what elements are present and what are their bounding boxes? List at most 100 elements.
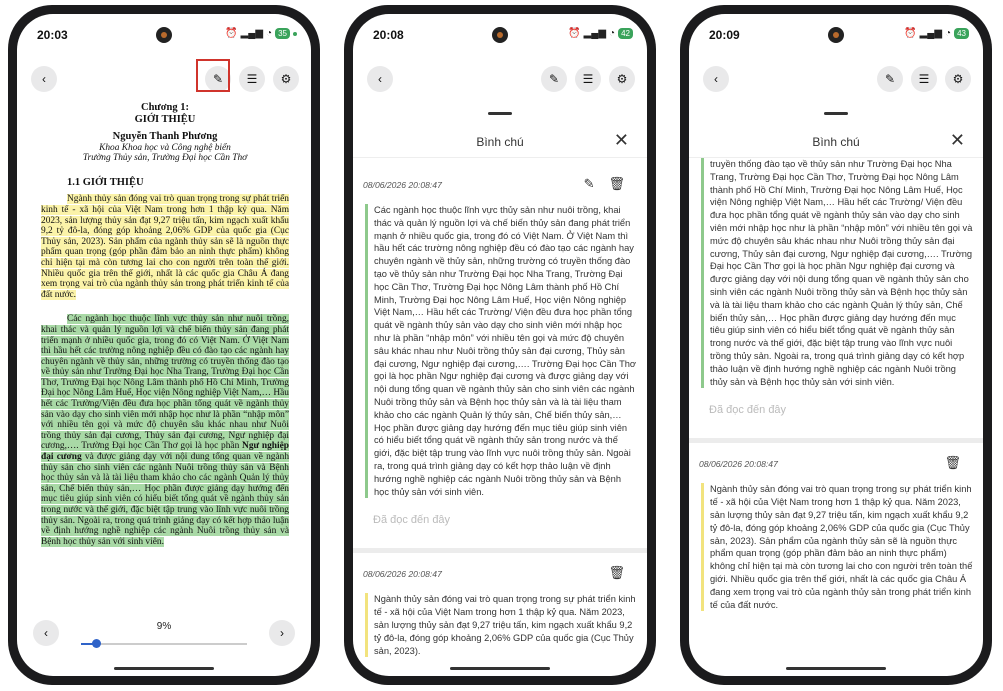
note-text: Các ngành học thuộc lĩnh vực thủy sản nh…: [365, 204, 637, 499]
home-indicator: [450, 667, 550, 670]
trash-icon[interactable]: 🗑: [944, 455, 961, 471]
battery-indicator: 35: [275, 28, 290, 39]
note-actions: ✎ 🗑: [584, 176, 625, 192]
chevron-left-icon: ‹: [378, 72, 382, 86]
sheet-grabber[interactable]: [824, 112, 848, 115]
note-text: Ngành thủy sản đóng vai trò quan trọng t…: [365, 593, 637, 658]
pencil-icon[interactable]: ✎: [584, 176, 595, 192]
progress-percent: 9%: [156, 621, 172, 632]
next-page-button[interactable]: ›: [269, 620, 295, 646]
status-bar: 20:08 ⏰ ▂▄▆ ◔ 42: [353, 14, 647, 54]
close-button[interactable]: ✕: [950, 130, 965, 151]
edit-button[interactable]: ✎: [877, 66, 903, 92]
note-text: Ngành thủy sản đóng vai trò quan trọng t…: [701, 483, 973, 612]
phone-reader: 20:03 ⏰ ▂▄▆ ◔ 35 ‹ ✎ ☰ ⚙ Chương 1: GIỚI …: [8, 5, 320, 685]
green-highlight-b[interactable]: và được giảng dạy với nội dung tổng quan…: [41, 452, 290, 547]
note-actions: 🗑: [944, 455, 961, 471]
note-card[interactable]: 08/06/2026 20:08:47 ✎ 🗑 Các ngành học th…: [353, 164, 647, 542]
edit-button[interactable]: ✎: [541, 66, 567, 92]
page-navigator: ‹ 9% ›: [33, 620, 295, 650]
pencil-icon: ✎: [884, 72, 896, 86]
prev-page-button[interactable]: ‹: [33, 620, 59, 646]
status-time: 20:08: [373, 28, 404, 42]
signal-icon: ▂▄▆: [919, 28, 943, 39]
notes-screen: 20:08 ⏰ ▂▄▆ ◔ 42 ‹ ✎ ☰ ⚙ Bình chú ✕ 08/0…: [353, 14, 647, 676]
sheet-grabber[interactable]: [488, 112, 512, 115]
note-actions: 🗑: [608, 565, 625, 581]
note-card[interactable]: 08/06/2026 20:08:47 🗑 Ngành thủy sản đón…: [353, 553, 647, 658]
chevron-left-icon: ‹: [44, 626, 48, 640]
trash-icon[interactable]: 🗑: [608, 176, 625, 192]
battery-indicator: 42: [618, 28, 633, 39]
note-card-partial[interactable]: truyền thống đào tạo về thủy sản như Trư…: [689, 158, 983, 432]
signal-icon: ▂▄▆: [240, 28, 264, 39]
status-time: 20:09: [709, 28, 740, 42]
gear-icon: ⚙: [616, 72, 628, 86]
progress-slider[interactable]: [81, 639, 247, 648]
document-page: Chương 1: GIỚI THIỆU Nguyễn Thanh Phương…: [41, 102, 290, 547]
yellow-highlight[interactable]: Ngành thủy sản đóng vai trò quan trọng t…: [41, 194, 289, 300]
reader-toolbar: ‹ ✎ ☰ ⚙: [17, 66, 311, 96]
back-button[interactable]: ‹: [31, 66, 57, 92]
list-icon: ☰: [918, 72, 930, 86]
close-icon: ✕: [613, 130, 629, 150]
wifi-icon: ◔: [945, 28, 952, 39]
note-card[interactable]: 08/06/2026 20:08:47 🗑 Ngành thủy sản đón…: [689, 443, 983, 612]
wifi-icon: ◔: [266, 28, 273, 39]
phone-notes: 20:08 ⏰ ▂▄▆ ◔ 42 ‹ ✎ ☰ ⚙ Bình chú ✕ 08/0…: [344, 5, 656, 685]
note-date: 08/06/2026 20:08:47: [699, 459, 778, 470]
notes-list-button[interactable]: ☰: [911, 66, 937, 92]
camera-cutout: [156, 27, 172, 43]
chapter-title: GIỚI THIỆU: [134, 114, 196, 125]
settings-button[interactable]: ⚙: [273, 66, 299, 92]
notes-list: truyền thống đào tạo về thủy sản như Trư…: [689, 158, 983, 666]
close-icon: ✕: [949, 130, 965, 150]
slider-knob[interactable]: [91, 639, 101, 648]
alarm-icon: ⏰: [904, 28, 917, 39]
highlight-frame: [196, 59, 230, 92]
notes-list: 08/06/2026 20:08:47 ✎ 🗑 Các ngành học th…: [353, 164, 647, 666]
battery-indicator: 43: [954, 28, 969, 39]
chevron-left-icon: ‹: [714, 72, 718, 86]
university-name: Trường Thủy sản, Trường Đại học Cần Thơ: [82, 153, 248, 164]
gear-icon: ⚙: [280, 72, 292, 86]
alarm-icon: ⏰: [568, 28, 581, 39]
panel-title: Bình chú: [476, 135, 524, 149]
back-button[interactable]: ‹: [367, 66, 393, 92]
notes-screen-scrolled: 20:09 ⏰ ▂▄▆ ◔ 43 ‹ ✎ ☰ ⚙ Bình chú ✕ truy…: [689, 14, 983, 676]
notes-list-button[interactable]: ☰: [239, 66, 265, 92]
reader-toolbar: ‹ ✎ ☰ ⚙: [353, 66, 647, 96]
green-highlight-a[interactable]: Các ngành học thuộc lĩnh vực thủy sản nh…: [41, 314, 289, 452]
note-text: truyền thống đào tạo về thủy sản như Trư…: [701, 158, 973, 389]
reader-toolbar: ‹ ✎ ☰ ⚙: [689, 66, 983, 96]
settings-button[interactable]: ⚙: [945, 66, 971, 92]
notes-list-button[interactable]: ☰: [575, 66, 601, 92]
settings-button[interactable]: ⚙: [609, 66, 635, 92]
pencil-icon: ✎: [548, 72, 560, 86]
status-bar: 20:03 ⏰ ▂▄▆ ◔ 35: [17, 14, 311, 54]
back-button[interactable]: ‹: [703, 66, 729, 92]
status-bar: 20:09 ⏰ ▂▄▆ ◔ 43: [689, 14, 983, 54]
home-indicator: [786, 667, 886, 670]
paragraph-2[interactable]: Các ngành học thuộc lĩnh vực thủy sản nh…: [41, 314, 290, 547]
note-comment-placeholder[interactable]: Đã đọc đến đây: [709, 404, 973, 432]
section-heading: 1.1 GIỚI THIỆU: [67, 176, 144, 188]
phone-notes-scrolled: 20:09 ⏰ ▂▄▆ ◔ 43 ‹ ✎ ☰ ⚙ Bình chú ✕ truy…: [680, 5, 992, 685]
gear-icon: ⚙: [952, 72, 964, 86]
wifi-icon: ◔: [609, 28, 616, 39]
divider: [353, 157, 647, 158]
camera-cutout: [492, 27, 508, 43]
camera-cutout: [828, 27, 844, 43]
list-icon: ☰: [582, 72, 594, 86]
chapter-number: Chương 1:: [141, 102, 189, 113]
chevron-right-icon: ›: [280, 626, 284, 640]
faculty-name: Khoa Khoa học và Công nghệ biển: [99, 142, 231, 153]
close-button[interactable]: ✕: [614, 130, 629, 151]
note-comment-placeholder[interactable]: Đã đọc đến đây: [373, 514, 637, 542]
paragraph-1[interactable]: Ngành thủy sản đóng vai trò quan trọng t…: [41, 194, 289, 300]
panel-title: Bình chú: [812, 135, 860, 149]
signal-icon: ▂▄▆: [583, 28, 607, 39]
status-icons: ⏰ ▂▄▆ ◔ 35: [225, 28, 297, 39]
trash-icon[interactable]: 🗑: [608, 565, 625, 581]
home-indicator: [114, 667, 214, 670]
